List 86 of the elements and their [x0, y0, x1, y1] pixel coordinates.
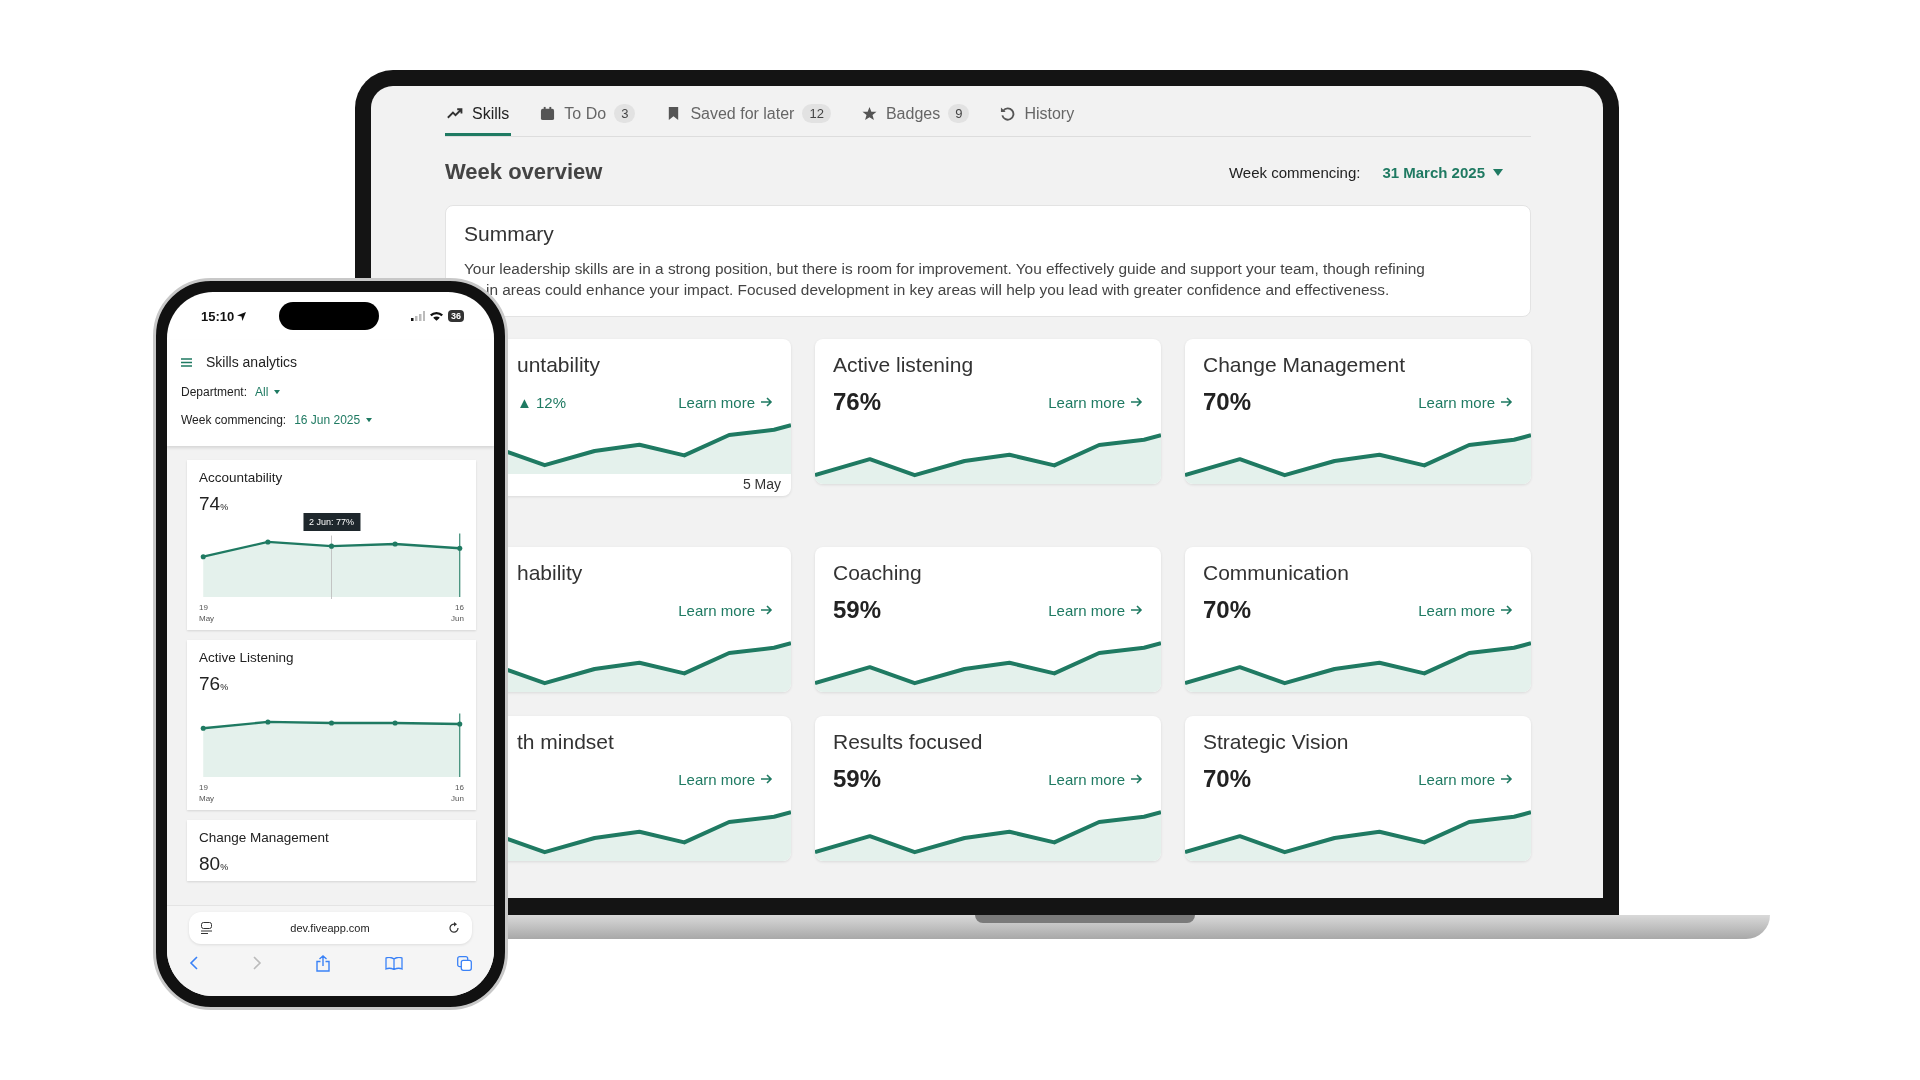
- skill-title: Communication: [1203, 561, 1350, 585]
- calendar-icon: [539, 106, 557, 121]
- arrow-icon: [761, 397, 773, 407]
- share-icon[interactable]: [316, 954, 330, 972]
- book-icon[interactable]: [384, 956, 403, 970]
- arrow-icon: [1131, 397, 1143, 407]
- count-badge: 3: [614, 104, 636, 123]
- star-icon: [860, 106, 878, 121]
- summary-text: Your leadership skills are in a strong position, but there is room for improvement. You effectively guide and support your team, though refining: [464, 259, 1426, 279]
- skill-title: Active Listening: [199, 650, 295, 665]
- axis-label: 19 May: [199, 602, 215, 624]
- tab[interactable]: Saved for later 12: [663, 98, 833, 136]
- filter-label: Week commencing:: [181, 413, 287, 427]
- arrow-icon: [1501, 397, 1513, 407]
- skill-title: th mindset: [517, 730, 615, 754]
- learn-more-link[interactable]: Learn more: [1048, 770, 1143, 788]
- axis-label: 16 Jun: [451, 602, 464, 624]
- address-bar[interactable]: dev.fiveapp.com: [189, 912, 472, 944]
- app-title: Skills analytics: [206, 354, 298, 370]
- skill-percentage: 59%: [833, 765, 882, 793]
- skill-title: Coaching: [833, 561, 923, 585]
- filter-dropdown[interactable]: All: [255, 385, 281, 399]
- arrow-icon: [1131, 605, 1143, 615]
- tab[interactable]: History: [997, 98, 1077, 136]
- page-menu-icon: [201, 922, 212, 934]
- tab[interactable]: To Do 3: [537, 98, 638, 136]
- tab[interactable]: Skills: [445, 98, 512, 136]
- skill-title: Change Management: [1203, 353, 1406, 377]
- skill-title: Active listening: [833, 353, 975, 377]
- filter-label: Department:: [181, 385, 248, 399]
- signal-icon: [410, 311, 425, 321]
- back-icon[interactable]: [189, 956, 198, 970]
- arrow-icon: [761, 605, 773, 615]
- skill-percentage: 76%: [833, 388, 882, 416]
- arrow-icon: [1501, 774, 1513, 784]
- trend-line-icon: [447, 106, 464, 121]
- skill-title: Change Management: [199, 830, 330, 845]
- week-label: Week commencing:: [1228, 163, 1361, 181]
- count-badge: 12: [802, 104, 831, 123]
- change-indicator: ▲ 12%: [517, 393, 567, 411]
- learn-more-link[interactable]: Learn more: [1418, 601, 1513, 619]
- skill-percentage: 70%: [1203, 765, 1252, 793]
- wifi-icon: [429, 311, 443, 321]
- caret-icon: [274, 389, 281, 395]
- skill-title: Strategic Vision: [1203, 730, 1350, 754]
- week-dropdown[interactable]: 31 March 2025: [1376, 162, 1509, 182]
- learn-more-link[interactable]: Learn more: [1418, 393, 1513, 411]
- skill-score: 76%: [199, 673, 230, 695]
- skill-title: Results focused: [833, 730, 984, 754]
- chart-tooltip: 2 Jun: 77%: [303, 513, 360, 531]
- learn-more-link[interactable]: Learn more: [678, 770, 773, 788]
- arrow-icon: [1501, 605, 1513, 615]
- caret-icon: [1493, 168, 1503, 176]
- tabs-icon[interactable]: [457, 955, 472, 971]
- tab[interactable]: Badges 9: [858, 98, 972, 136]
- skill-percentage: 70%: [1203, 388, 1252, 416]
- status-time: 15:10: [201, 308, 247, 324]
- arrow-icon: [1131, 774, 1143, 784]
- arrow-icon: [761, 774, 773, 784]
- learn-more-link[interactable]: Learn more: [1048, 601, 1143, 619]
- summary-title: Summary: [464, 222, 555, 246]
- skill-title: hability: [517, 561, 584, 585]
- skill-percentage: 70%: [1203, 596, 1252, 624]
- location-arrow-icon: [237, 311, 247, 321]
- filter-dropdown[interactable]: 16 Jun 2025: [294, 413, 373, 427]
- reload-icon[interactable]: [448, 922, 460, 934]
- forward-icon[interactable]: [252, 956, 262, 970]
- learn-more-link[interactable]: Learn more: [678, 393, 773, 411]
- learn-more-link[interactable]: Learn more: [678, 601, 773, 619]
- axis-label: 19 May: [199, 782, 215, 804]
- skill-title: Accountability: [199, 470, 284, 485]
- history-icon: [999, 106, 1017, 121]
- menu-icon[interactable]: [181, 357, 192, 367]
- count-badge: 9: [948, 104, 970, 123]
- skill-score: 74%: [199, 493, 230, 515]
- learn-more-link[interactable]: Learn more: [1048, 393, 1143, 411]
- url-text: dev.fiveapp.com: [290, 922, 370, 934]
- axis-label: 16 Jun: [451, 782, 464, 804]
- learn-more-link[interactable]: Learn more: [1418, 770, 1513, 788]
- skill-title: untability: [517, 353, 601, 377]
- date-label: 5 May: [742, 476, 781, 492]
- caret-icon: [366, 417, 373, 423]
- battery-level: 36: [447, 310, 464, 322]
- skill-score: 80%: [199, 853, 230, 875]
- page-heading: Week overview: [445, 159, 603, 185]
- skill-percentage: 59%: [833, 596, 882, 624]
